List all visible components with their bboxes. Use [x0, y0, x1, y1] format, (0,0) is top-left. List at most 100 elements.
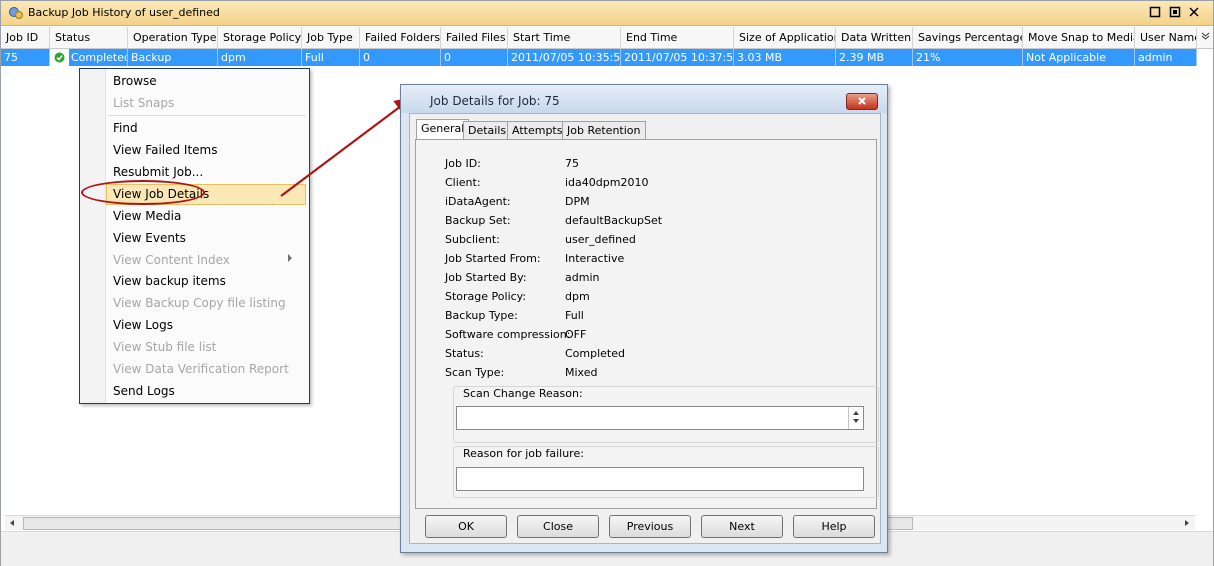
- menu-separator: [108, 115, 306, 116]
- tab-job-retention[interactable]: Job Retention: [562, 121, 646, 139]
- chevron-down-icon[interactable]: [1201, 31, 1210, 43]
- next-button-label: Next: [729, 520, 755, 533]
- menu-item-view-backup-copy-file-listing: View Backup Copy file listing: [113, 296, 286, 310]
- cell-storage-policy: dpm: [218, 49, 302, 66]
- grid-header: Job ID Status Operation Type Storage Pol…: [1, 27, 1213, 49]
- field-value: Completed: [565, 347, 625, 360]
- col-data-written[interactable]: Data Written: [836, 27, 913, 48]
- table-row[interactable]: 75 Completed Backup dpm Full 0 0 2011/07…: [1, 49, 1197, 66]
- menu-item-view-stub-file-list: View Stub file list: [113, 340, 217, 354]
- cell-end-time: 2011/07/05 10:37:56: [621, 49, 734, 66]
- field-value: user_defined: [565, 233, 636, 246]
- field-value: DPM: [565, 195, 590, 208]
- window-title-bar[interactable]: Backup Job History of user_defined: [1, 1, 1213, 26]
- cell-failed-files: 0: [441, 49, 508, 66]
- cell-move-snap-to-media: Not Applicable: [1023, 49, 1135, 66]
- field-label: Backup Type:: [445, 309, 518, 322]
- field-value: OFF: [565, 328, 587, 341]
- menu-item-view-failed-items[interactable]: View Failed Items: [113, 140, 218, 160]
- menu-item-list-snaps: List Snaps: [113, 96, 175, 110]
- close-icon[interactable]: [1188, 6, 1200, 18]
- annotation-ellipse: [81, 180, 205, 205]
- field-value: Full: [565, 309, 584, 322]
- col-operation-type[interactable]: Operation Type: [128, 27, 218, 48]
- menu-item-browse[interactable]: Browse: [113, 71, 157, 91]
- scroll-right-icon[interactable]: [1183, 519, 1191, 527]
- dialog-close-icon[interactable]: [846, 93, 878, 110]
- field-label: Client:: [445, 176, 481, 189]
- dialog-title-bar[interactable]: Job Details for Job: 75: [401, 85, 887, 113]
- cell-job-type: Full: [302, 49, 360, 66]
- check-icon: [54, 52, 65, 63]
- menu-item-find[interactable]: Find: [113, 118, 138, 138]
- help-button[interactable]: Help: [793, 515, 875, 538]
- col-user-name[interactable]: User Name: [1135, 27, 1197, 48]
- dialog-body: General Details Attempts Job Retention J…: [409, 113, 881, 544]
- field-label: iDataAgent:: [445, 195, 511, 208]
- field-label: Software compression:: [445, 328, 571, 341]
- cell-status: Completed: [50, 49, 128, 66]
- col-start-time[interactable]: Start Time: [508, 27, 621, 48]
- col-move-snap-to-media[interactable]: Move Snap to Media: [1023, 27, 1135, 48]
- menu-item-resubmit-job[interactable]: Resubmit Job...: [113, 162, 203, 182]
- ok-button[interactable]: OK: [425, 515, 507, 538]
- col-size-of-application[interactable]: Size of Application: [734, 27, 836, 48]
- col-status[interactable]: Status: [50, 27, 128, 48]
- field-label: Backup Set:: [445, 214, 511, 227]
- menu-item-view-content-index: View Content Index: [113, 253, 230, 267]
- field-label: Subclient:: [445, 233, 500, 246]
- previous-button-label: Previous: [626, 520, 674, 533]
- submenu-arrow-icon: [287, 254, 293, 264]
- cell-data-written: 2.39 MB: [836, 49, 913, 66]
- field-value: 75: [565, 157, 579, 170]
- col-end-time[interactable]: End Time: [621, 27, 734, 48]
- close-button-label: Close: [543, 520, 573, 533]
- menu-item-send-logs[interactable]: Send Logs: [113, 381, 175, 401]
- scan-change-reason-field[interactable]: [456, 406, 864, 430]
- failure-reason-label: Reason for job failure:: [461, 447, 586, 460]
- general-tab-panel: Job ID: 75 Client: ida40dpm2010 iDataAge…: [415, 139, 879, 509]
- col-savings-percentage[interactable]: Savings Percentage: [913, 27, 1023, 48]
- field-value: admin: [565, 271, 600, 284]
- tab-details[interactable]: Details: [463, 121, 512, 139]
- field-label: Job Started By:: [445, 271, 527, 284]
- dialog-title: Job Details for Job: 75: [430, 94, 560, 108]
- failure-reason-group: Reason for job failure:: [453, 446, 879, 498]
- menu-gutter: [80, 69, 106, 403]
- col-failed-files[interactable]: Failed Files: [441, 27, 508, 48]
- scan-change-reason-label: Scan Change Reason:: [461, 387, 585, 400]
- menu-item-view-data-verification-report: View Data Verification Report: [113, 362, 289, 376]
- previous-button[interactable]: Previous: [609, 515, 691, 538]
- menu-item-view-logs[interactable]: View Logs: [113, 315, 173, 335]
- field-label: Job Started From:: [445, 252, 541, 265]
- cell-savings-percentage: 21%: [913, 49, 1023, 66]
- cell-user-name: admin: [1135, 49, 1197, 66]
- tab-attempts[interactable]: Attempts: [507, 121, 568, 139]
- menu-item-view-events[interactable]: View Events: [113, 228, 186, 248]
- col-job-id[interactable]: Job ID: [1, 27, 50, 48]
- cell-start-time: 2011/07/05 10:35:53: [508, 49, 621, 66]
- menu-item-view-backup-items[interactable]: View backup items: [113, 271, 226, 291]
- col-storage-policy[interactable]: Storage Policy: [218, 27, 302, 48]
- field-label: Status:: [445, 347, 484, 360]
- maximize-icon[interactable]: [1169, 6, 1181, 18]
- tab-general[interactable]: General: [416, 119, 470, 140]
- next-button[interactable]: Next: [701, 515, 783, 538]
- ok-button-label: OK: [458, 520, 474, 533]
- scan-change-reason-group: Scan Change Reason:: [453, 386, 879, 443]
- col-failed-folders[interactable]: Failed Folders: [360, 27, 441, 48]
- field-value: defaultBackupSet: [565, 214, 663, 227]
- field-value: dpm: [565, 290, 590, 303]
- cell-size-of-application: 3.03 MB: [734, 49, 836, 66]
- field-value: Interactive: [565, 252, 625, 265]
- col-job-type[interactable]: Job Type: [302, 27, 360, 48]
- menu-item-view-media[interactable]: View Media: [113, 206, 181, 226]
- scroll-arrows-icon[interactable]: [848, 407, 863, 429]
- status-text: Completed: [69, 49, 127, 66]
- failure-reason-field[interactable]: [456, 467, 864, 491]
- close-button[interactable]: Close: [517, 515, 599, 538]
- minimize-icon[interactable]: [1149, 6, 1161, 18]
- context-menu: Browse List Snaps Find View Failed Items…: [79, 68, 310, 404]
- field-value: ida40dpm2010: [565, 176, 649, 189]
- scroll-left-icon[interactable]: [8, 519, 16, 527]
